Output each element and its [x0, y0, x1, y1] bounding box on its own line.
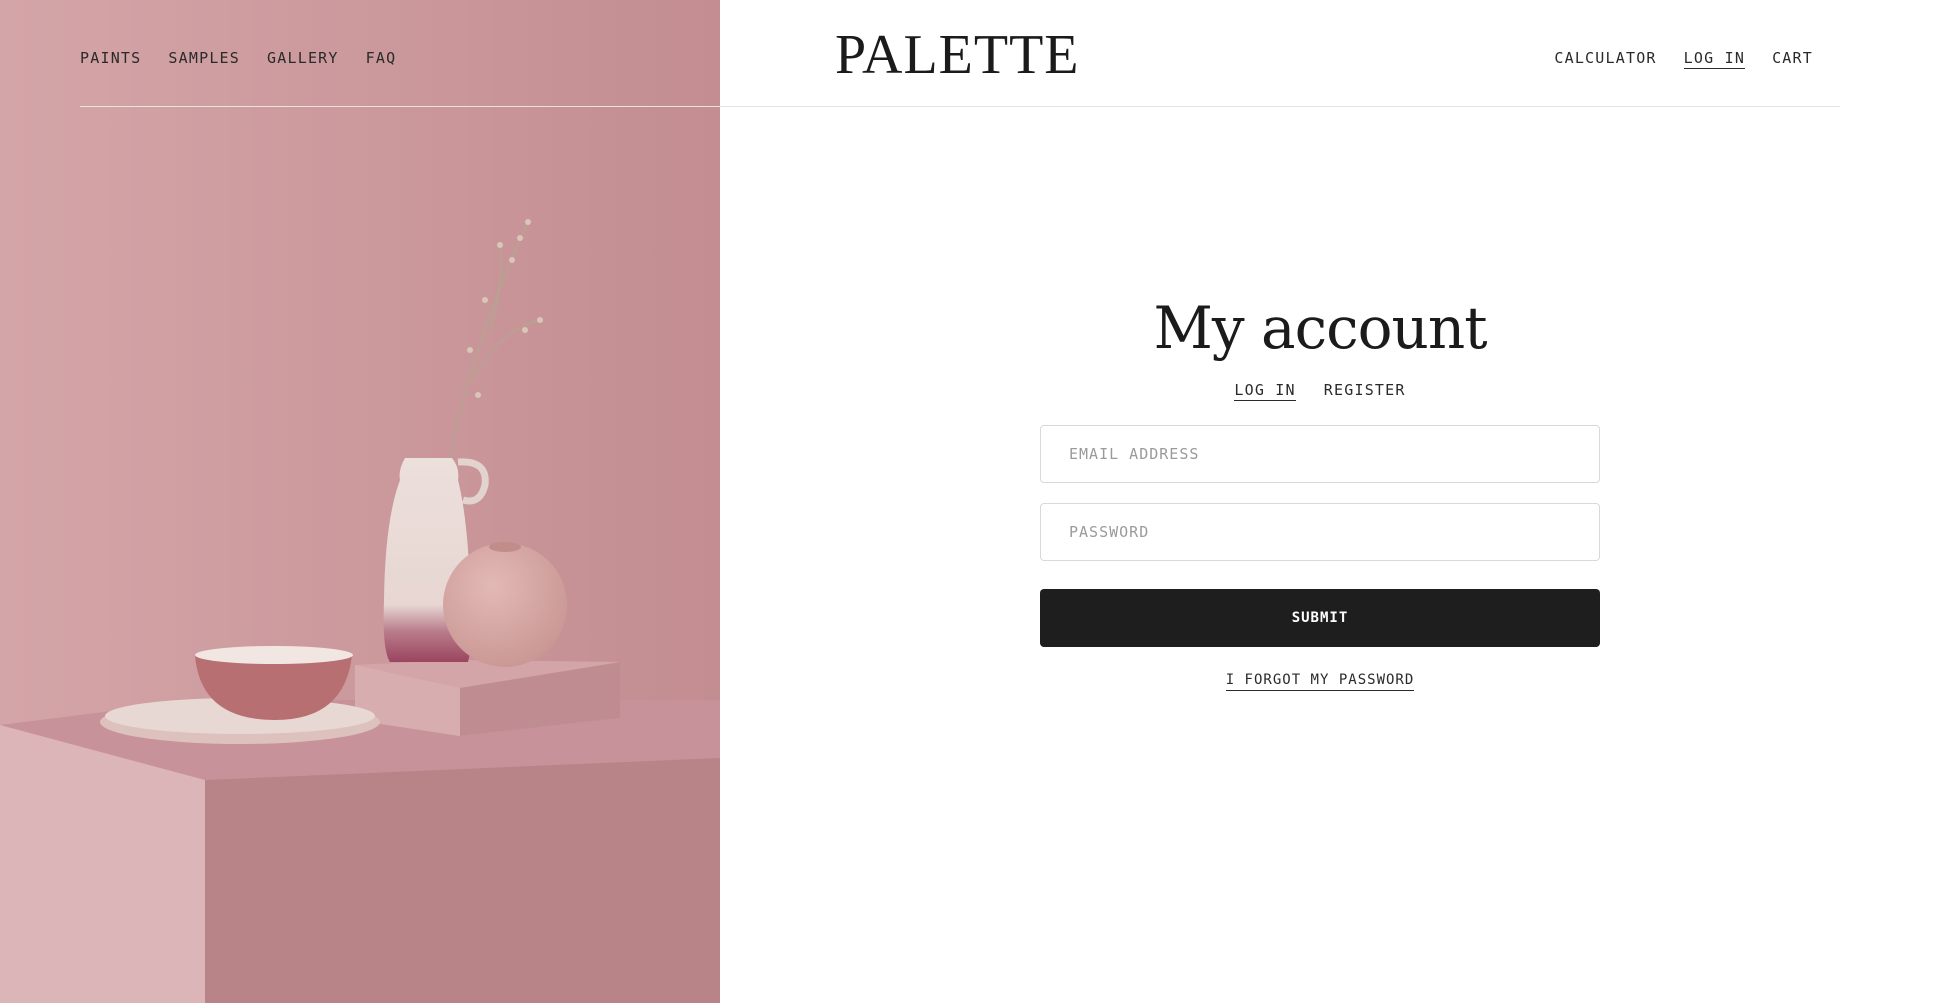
nav-login-link[interactable]: LOG IN: [1683, 48, 1746, 69]
password-field[interactable]: [1040, 503, 1600, 561]
tab-register[interactable]: REGISTER: [1324, 380, 1406, 401]
submit-button[interactable]: SUBMIT: [1040, 589, 1600, 647]
nav-samples-link[interactable]: SAMPLES: [168, 48, 240, 68]
page-title: My account: [1153, 294, 1487, 362]
hero-image: [0, 0, 720, 1003]
nav-cart-link[interactable]: CART: [1772, 48, 1813, 69]
tab-login[interactable]: LOG IN: [1234, 380, 1296, 401]
email-field[interactable]: [1040, 425, 1600, 483]
nav-gallery-link[interactable]: GALLERY: [267, 48, 339, 68]
nav-faq-link[interactable]: FAQ: [366, 48, 397, 68]
nav-paints-link[interactable]: PAINTS: [80, 48, 141, 68]
brand-logo[interactable]: PALETTE: [835, 24, 1079, 86]
utility-nav: CALCULATOR LOG IN CART: [1554, 48, 1813, 69]
header-divider: [80, 106, 1840, 107]
account-tabs: LOG IN REGISTER: [1040, 380, 1600, 401]
account-panel: My account LOG IN REGISTER SUBMIT I FORG…: [1040, 290, 1600, 691]
forgot-password-link[interactable]: I FORGOT MY PASSWORD: [1225, 671, 1415, 691]
nav-calculator-link[interactable]: CALCULATOR: [1554, 48, 1656, 69]
primary-nav: PAINTS SAMPLES GALLERY FAQ: [80, 48, 396, 68]
still-life-illustration: [0, 0, 720, 1003]
